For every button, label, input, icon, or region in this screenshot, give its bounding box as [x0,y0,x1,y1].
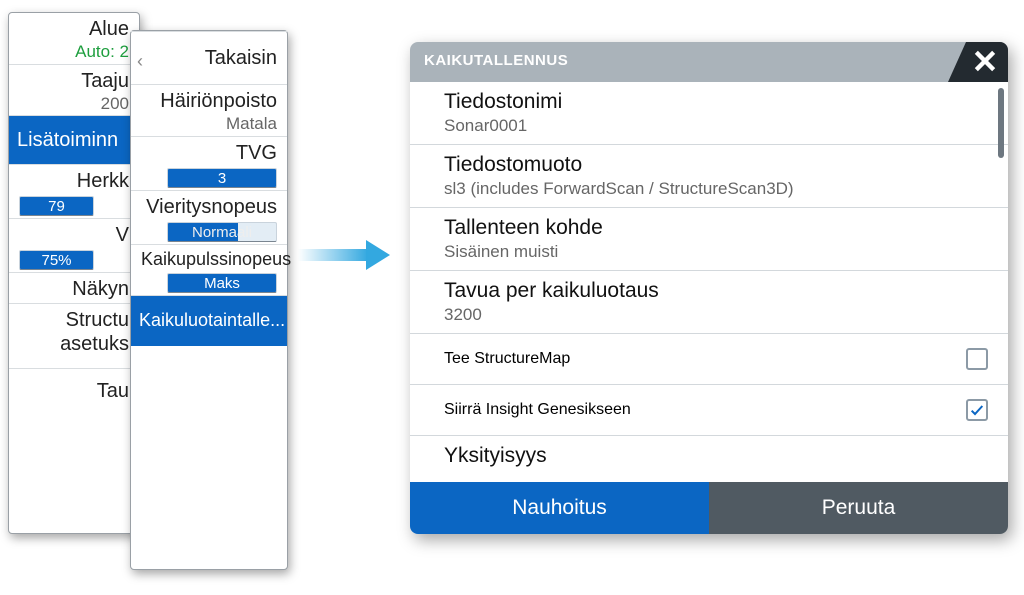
value-chip: Maks [167,273,277,293]
menu-item-hairionpoisto[interactable]: Häiriönpoisto Matala [131,84,287,136]
menu-item-herkkyys[interactable]: Herkk 79 [9,164,139,218]
menu-item-kaikupulssinopeus[interactable]: Kaikupulssinopeus Maks [131,244,287,296]
checkbox-insight-genesis[interactable] [966,399,988,421]
value: Sonar0001 [444,116,988,136]
check-icon [969,402,985,418]
label: Kaikupulssinopeus [141,249,277,271]
label: Vieritysnopeus [141,195,277,219]
label: Lisätoiminn [17,128,131,152]
label: Tiedostonimi [444,90,988,114]
value: Matala [141,115,277,134]
label: Kaikuluotaintalle... [139,310,279,332]
label: Tavua per kaikuluotaus [444,279,988,303]
label: Häiriönpoisto [141,89,277,113]
label: Tallenteen kohde [444,216,988,240]
label: Taaju [15,69,129,93]
menu-panel-level2: ‹ Takaisin Häiriönpoisto Matala TVG 3 Vi… [130,30,288,570]
menu-item-lisatoiminnot[interactable]: Lisätoiminn [9,115,139,164]
label: Yksityisyys [444,444,988,468]
value: Auto: 2 [15,43,129,62]
row-bytes-per-sounding[interactable]: Tavua per kaikuluotaus 3200 [410,271,1008,334]
back-caret-icon[interactable]: ‹ [137,51,143,72]
label: Tee StructureMap [444,350,570,368]
menu-panel-level1: Alue Auto: 2 Taaju 200 Lisätoiminn Herkk… [8,12,140,534]
recording-dialog: KAIKUTALLENNUS Tiedostonimi Sonar0001 Ti… [410,42,1008,534]
label: Siirrä Insight Genesikseen [444,401,631,419]
label: V [15,223,129,247]
row-privacy[interactable]: Yksityisyys [410,436,1008,470]
menu-item-tauko[interactable]: Tau [9,368,139,405]
label: Näkyn [15,277,129,301]
dialog-title: KAIKUTALLENNUS [424,52,568,69]
dialog-footer: Nauhoitus Peruuta [410,482,1008,534]
row-save-destination[interactable]: Tallenteen kohde Sisäinen muisti [410,208,1008,271]
close-button[interactable] [948,42,1008,82]
label: Herkk [15,169,129,193]
menu-item-back[interactable]: Takaisin [131,31,287,84]
menu-item-tvg[interactable]: TVG 3 [131,136,287,190]
label: Tiedostomuoto [444,153,988,177]
dialog-header: KAIKUTALLENNUS [410,42,1008,82]
cancel-button[interactable]: Peruuta [709,482,1008,534]
menu-item-structure-asetukset[interactable]: Structu asetuks [9,303,139,368]
menu-item-nakyma[interactable]: Näkyn [9,272,139,303]
row-fileformat[interactable]: Tiedostomuoto sl3 (includes ForwardScan … [410,145,1008,208]
record-button[interactable]: Nauhoitus [410,482,709,534]
label: TVG [141,141,277,165]
label-line2: asetuks [15,332,129,356]
label: Peruuta [822,496,896,520]
menu-item-taajuus[interactable]: Taaju 200 [9,64,139,116]
label: Tau [15,379,129,403]
value-chip: 3 [167,168,277,188]
row-filename[interactable]: Tiedostonimi Sonar0001 [410,82,1008,145]
value: Sisäinen muisti [444,242,988,262]
flow-arrow-icon [298,240,398,270]
value: sl3 (includes ForwardScan / StructureSca… [444,179,988,199]
scrollbar-thumb[interactable] [998,88,1004,158]
value: 200 [15,95,129,114]
value: 3200 [444,305,988,325]
value-chip: 75% [19,250,94,270]
label: Alue [15,17,129,41]
row-upload-insight-genesis[interactable]: Siirrä Insight Genesikseen [410,385,1008,436]
checkbox-structuremap[interactable] [966,348,988,370]
label-line1: Structu [15,308,129,332]
menu-item-vieritysnopeus[interactable]: Vieritysnopeus Normaali [131,190,287,244]
dialog-body: Tiedostonimi Sonar0001 Tiedostomuoto sl3… [410,82,1008,482]
row-create-structuremap[interactable]: Tee StructureMap [410,334,1008,385]
value-chip: 79 [19,196,94,216]
close-icon [972,48,998,74]
label: Nauhoitus [512,496,607,520]
value-chip: Normaali [167,222,277,242]
label: Takaisin [141,46,277,70]
menu-item-kaikuluotaintallennus[interactable]: Kaikuluotaintalle... [131,295,287,346]
menu-item-v[interactable]: V 75% [9,218,139,272]
menu-item-alue[interactable]: Alue Auto: 2 [9,13,139,64]
